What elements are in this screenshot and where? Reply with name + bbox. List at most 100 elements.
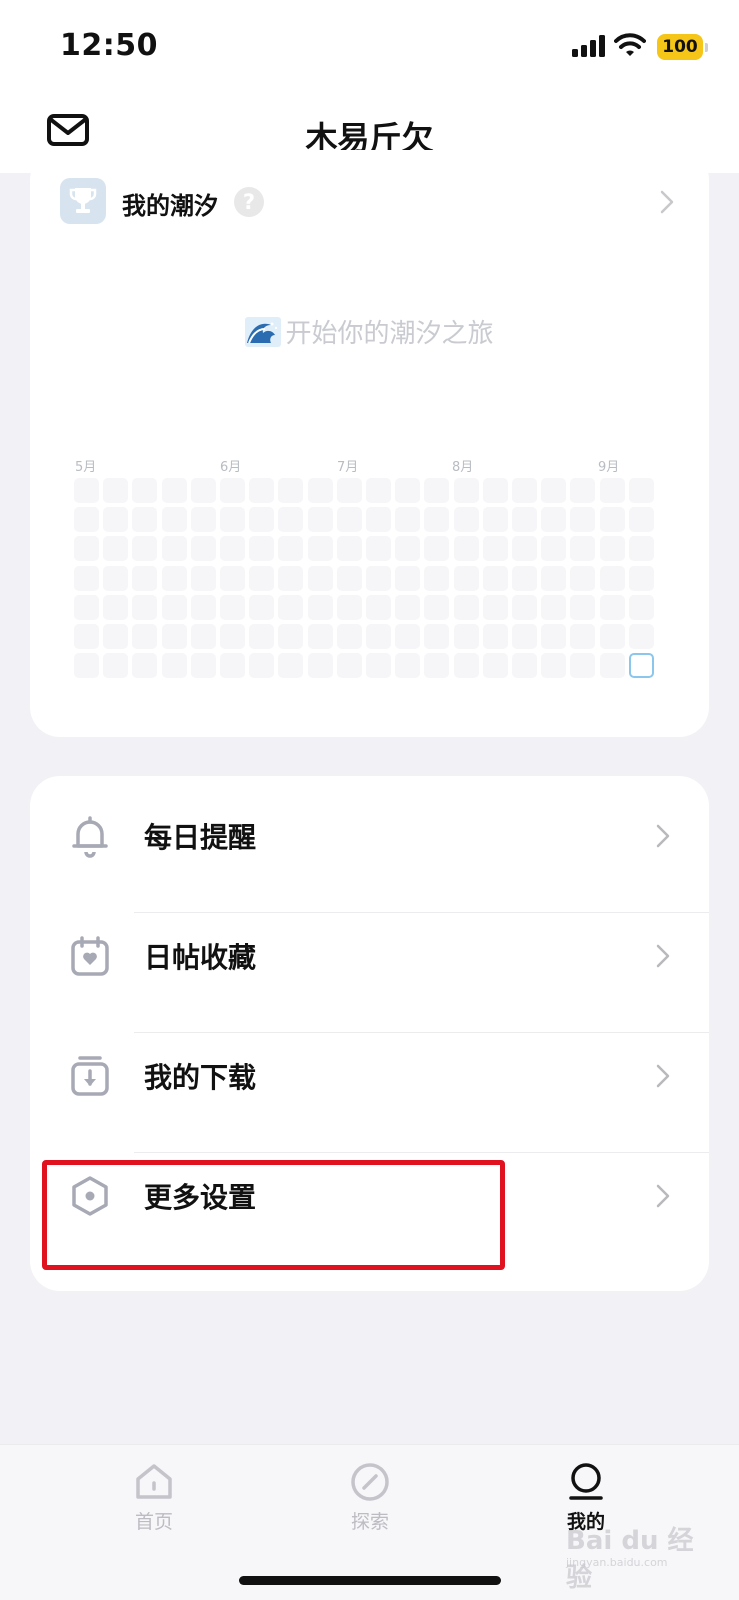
- tide-cell: [103, 478, 129, 503]
- month-label: 5月: [75, 460, 97, 475]
- tide-cell-today: [628, 653, 654, 679]
- tide-cell: [570, 507, 596, 533]
- tide-cell: [395, 478, 421, 503]
- tide-cell: [249, 594, 275, 620]
- status-time: 12:50: [60, 28, 158, 63]
- tide-cell: [366, 507, 391, 533]
- tide-cell: [278, 507, 304, 533]
- tide-cell: [190, 594, 216, 620]
- tide-cell: [453, 536, 479, 562]
- tide-cell: [541, 536, 567, 562]
- tide-cell: [74, 594, 99, 620]
- tide-cell: [512, 624, 537, 649]
- tide-cell: [220, 507, 245, 533]
- profile-icon: [569, 1463, 603, 1500]
- tide-cell: [336, 507, 362, 533]
- tide-cell: [307, 478, 333, 503]
- tide-cell: [453, 594, 479, 620]
- tide-cell: [366, 478, 391, 503]
- tide-cell: [278, 478, 304, 503]
- month-label: 8月: [452, 460, 474, 475]
- tide-cell: [161, 478, 187, 503]
- tide-cell: [482, 565, 508, 591]
- tide-cell: [132, 594, 158, 620]
- tide-cell: [132, 478, 158, 503]
- tide-cell: [190, 478, 216, 503]
- tide-cell: [190, 624, 216, 649]
- tide-cell: [541, 478, 567, 503]
- chevron-right-icon: [656, 1184, 670, 1208]
- menu-item-more-settings[interactable]: 更多设置: [30, 1136, 709, 1256]
- menu-item-daily-reminder[interactable]: 每日提醒: [30, 776, 709, 896]
- tide-cell: [541, 653, 567, 679]
- tide-cell: [453, 507, 479, 533]
- tab-label: 首页: [134, 1511, 173, 1533]
- tide-cell: [336, 478, 362, 503]
- tab-home[interactable]: 首页: [94, 1461, 214, 1547]
- tide-cell: [628, 624, 654, 649]
- tab-explore[interactable]: 探索: [310, 1461, 430, 1547]
- tide-cell: [512, 536, 537, 562]
- tide-cell: [482, 507, 508, 533]
- tide-cell: [599, 653, 625, 679]
- menu-item-daily-favorites[interactable]: 日帖收藏: [30, 896, 709, 1016]
- download-icon: [71, 1056, 109, 1096]
- empty-tip: 开始你的潮汐之旅: [30, 313, 709, 350]
- tide-cell: [161, 507, 187, 533]
- tide-cell: [512, 565, 537, 591]
- tide-cell: [249, 536, 275, 562]
- tide-header[interactable]: 我的潮汐 ?: [30, 178, 709, 226]
- home-icon: [136, 1464, 172, 1499]
- tide-cell: [541, 624, 567, 649]
- home-indicator: [239, 1576, 501, 1585]
- tide-cell: [424, 594, 450, 620]
- compass-icon: [351, 1463, 389, 1501]
- tide-cell: [512, 507, 537, 533]
- chevron-right-icon: [656, 1064, 670, 1088]
- tide-cell: [74, 624, 99, 649]
- tide-cell: [132, 624, 158, 649]
- tide-cell: [453, 624, 479, 649]
- tide-cell: [599, 594, 625, 620]
- month-label: 7月: [337, 460, 359, 475]
- tide-cell: [161, 536, 187, 562]
- tide-cell: [249, 624, 275, 649]
- tide-cell: [220, 653, 245, 679]
- tide-cell: [628, 565, 654, 591]
- tide-cell: [336, 565, 362, 591]
- tide-cell: [103, 507, 129, 533]
- tide-cell: [278, 565, 304, 591]
- tide-cell: [220, 594, 245, 620]
- tide-cell: [161, 594, 187, 620]
- tide-cell: [424, 624, 450, 649]
- tide-cell: [249, 653, 275, 679]
- tide-cell: [570, 594, 596, 620]
- tide-cell: [512, 478, 537, 503]
- tide-cell: [132, 536, 158, 562]
- tide-cell: [249, 478, 275, 503]
- trophy-icon: [60, 178, 106, 224]
- tide-cell: [161, 565, 187, 591]
- tide-cell: [161, 653, 187, 679]
- help-icon[interactable]: ?: [234, 187, 264, 217]
- tide-cell: [453, 565, 479, 591]
- tide-cell: [366, 594, 391, 620]
- tide-cell: [190, 565, 216, 591]
- chevron-right-icon: [660, 190, 674, 214]
- tide-grid: [74, 478, 674, 679]
- tide-cell: [74, 478, 99, 503]
- battery-indicator: 100: [657, 34, 708, 60]
- tide-cell: [453, 478, 479, 503]
- tide-cell: [395, 536, 421, 562]
- tide-cell: [482, 536, 508, 562]
- tide-cell: [132, 653, 158, 679]
- chevron-right-icon: [656, 824, 670, 848]
- tide-cell: [482, 594, 508, 620]
- wave-icon: [245, 317, 282, 347]
- tide-cell: [482, 624, 508, 649]
- tide-cell: [307, 536, 333, 562]
- tide-cell: [336, 536, 362, 562]
- tide-cell: [336, 594, 362, 620]
- menu-item-my-downloads[interactable]: 我的下载: [30, 1016, 709, 1136]
- tide-cell: [220, 478, 245, 503]
